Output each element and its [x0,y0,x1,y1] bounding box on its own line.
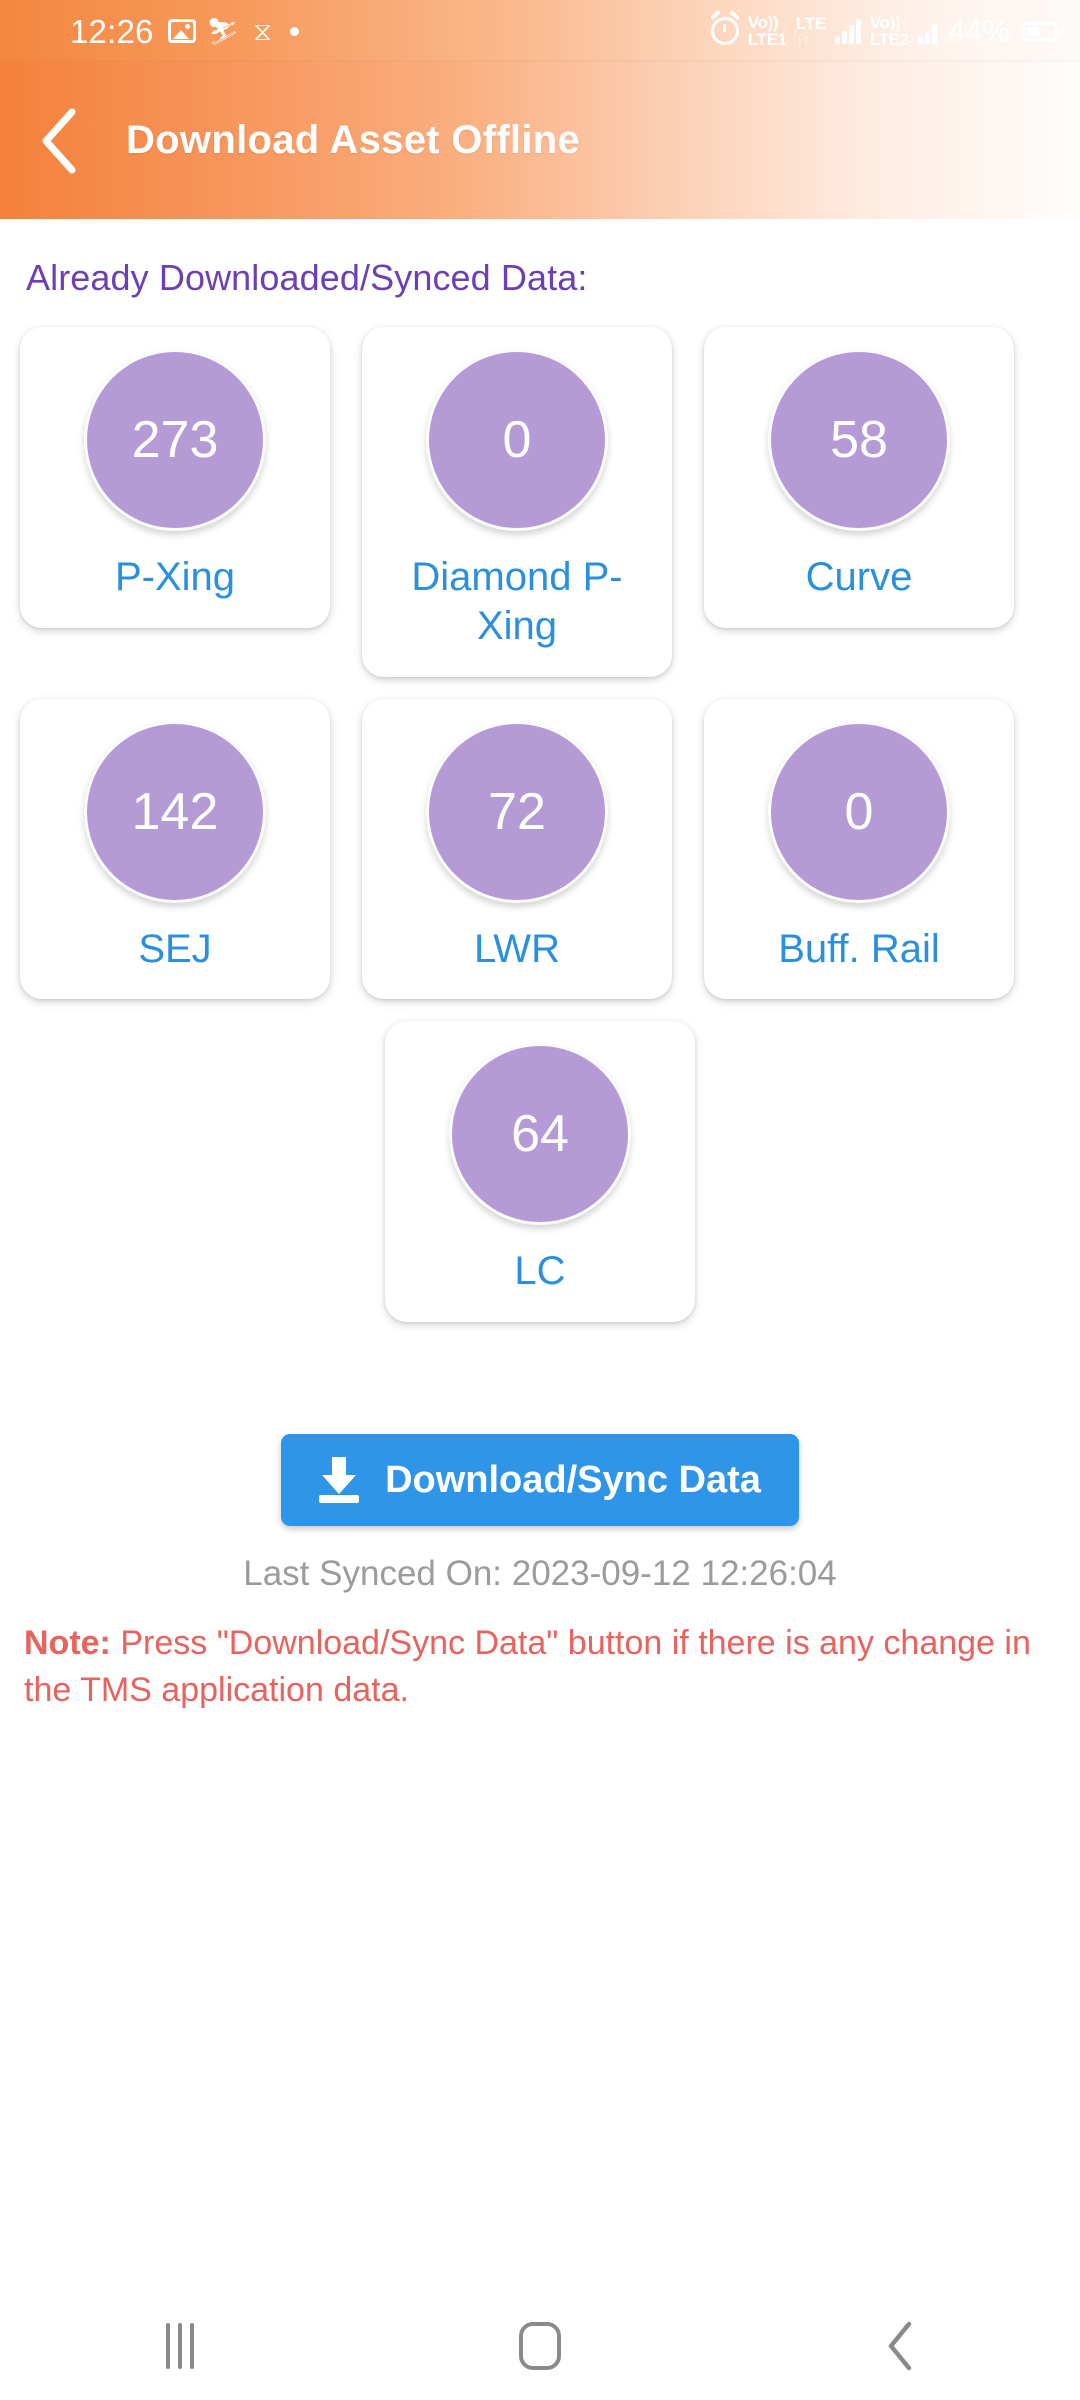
dot-icon [289,26,299,36]
note-prefix: Note: [24,1624,111,1663]
status-bar-right: Vo)) LTE1 LTE ↓↑ Vo)) LTE2 44% [710,12,1062,49]
sim1-indicator: Vo)) LTE1 [747,12,787,49]
photo-icon [167,19,196,43]
asset-card-lc[interactable]: 64 LC [385,1021,695,1323]
recents-icon [166,2323,194,2369]
home-icon [519,2322,561,2370]
asset-count-badge: 0 [768,720,950,903]
nav-back-button[interactable] [825,2292,975,2400]
person-running-icon: ⛷ [206,16,240,46]
sim2-indicator: Vo)) LTE2 [869,12,909,49]
page-title: Download Asset Offline [126,118,581,162]
asset-card-label: SEJ [138,926,212,971]
back-button[interactable] [4,106,114,176]
asset-card-label: Diamond P-Xing [411,555,623,648]
sync-button-container: Download/Sync Data [0,1434,1080,1527]
section-title: Already Downloaded/Synced Data: [26,257,588,298]
status-bar: 12:26 ⛷ ⧖ Vo)) LTE1 LTE ↓↑ Vo)) LTE2 44% [0,0,1080,62]
alarm-icon [710,17,739,45]
last-synced-label: Last Synced On: 2023-09-12 12:26:04 [243,1554,837,1594]
sim1-volte-label: Vo)) [747,12,779,32]
battery-icon [1022,21,1062,41]
card-row-2: 142 SEJ 72 LWR 0 Buff. Rail [20,698,1060,1000]
sim1-network-label: LTE1 [747,30,787,49]
status-bar-left: 12:26 ⛷ ⧖ [70,15,711,48]
asset-card-p-xing[interactable]: 273 P-Xing [20,327,330,628]
asset-card-lwr[interactable]: 72 LWR [362,698,672,1000]
nav-recents-button[interactable] [105,2292,255,2400]
download-icon [319,1457,360,1504]
nav-home-button[interactable] [465,2292,615,2400]
battery-percent-label: 44% [947,13,1010,48]
app-bar: Download Asset Offline [0,62,1080,219]
back-icon [888,2321,912,2371]
asset-card-grid: 273 P-Xing 0 Diamond P-Xing 58 Curve 142… [0,327,1080,1323]
asset-card-label: LC [514,1249,566,1294]
sim2-signal-bars-icon [917,18,937,44]
asset-count-badge: 0 [426,349,608,531]
card-row-1: 273 P-Xing 0 Diamond P-Xing 58 Curve [20,327,1060,677]
system-nav-bar [0,2292,1080,2400]
asset-count-badge: 72 [426,720,608,903]
asset-count-badge: 273 [84,349,266,531]
asset-count-badge: 58 [768,349,950,531]
asset-card-diamond-p-xing[interactable]: 0 Diamond P-Xing [362,327,672,677]
data-arrows-icon: ↓↑ [795,31,810,49]
asset-count-badge: 142 [84,720,266,903]
back-chevron-icon [42,108,76,173]
sim1-signal-bars-icon [834,18,861,44]
network-type-label: LTE [795,13,826,33]
asset-card-label: LWR [474,926,560,971]
sim2-network-label: LTE2 [869,30,909,49]
download-sync-data-button[interactable]: Download/Sync Data [281,1434,799,1527]
phone-screen: 12:26 ⛷ ⧖ Vo)) LTE1 LTE ↓↑ Vo)) LTE2 44% [0,0,1080,2400]
main-content: Already Downloaded/Synced Data: 273 P-Xi… [0,219,1080,2400]
asset-card-label: Buff. Rail [778,926,940,971]
asset-card-label: P-Xing [114,555,236,599]
card-row-3: 64 LC [20,1021,1060,1323]
note-body: Press "Download/Sync Data" button if the… [24,1624,1031,1710]
sim2-volte-label: Vo)) [869,12,901,32]
asset-card-buff-rail[interactable]: 0 Buff. Rail [704,698,1014,1000]
download-sync-data-label: Download/Sync Data [385,1458,761,1501]
spiral-icon: ⧖ [253,16,272,46]
asset-card-curve[interactable]: 58 Curve [704,327,1014,628]
asset-card-label: Curve [805,555,913,599]
status-bar-clock: 12:26 [70,12,154,50]
note-text: Note: Press "Download/Sync Data" button … [24,1620,1056,1714]
asset-card-sej[interactable]: 142 SEJ [20,698,330,1000]
asset-count-badge: 64 [449,1043,631,1226]
network-type-indicator: LTE ↓↑ [795,13,826,49]
